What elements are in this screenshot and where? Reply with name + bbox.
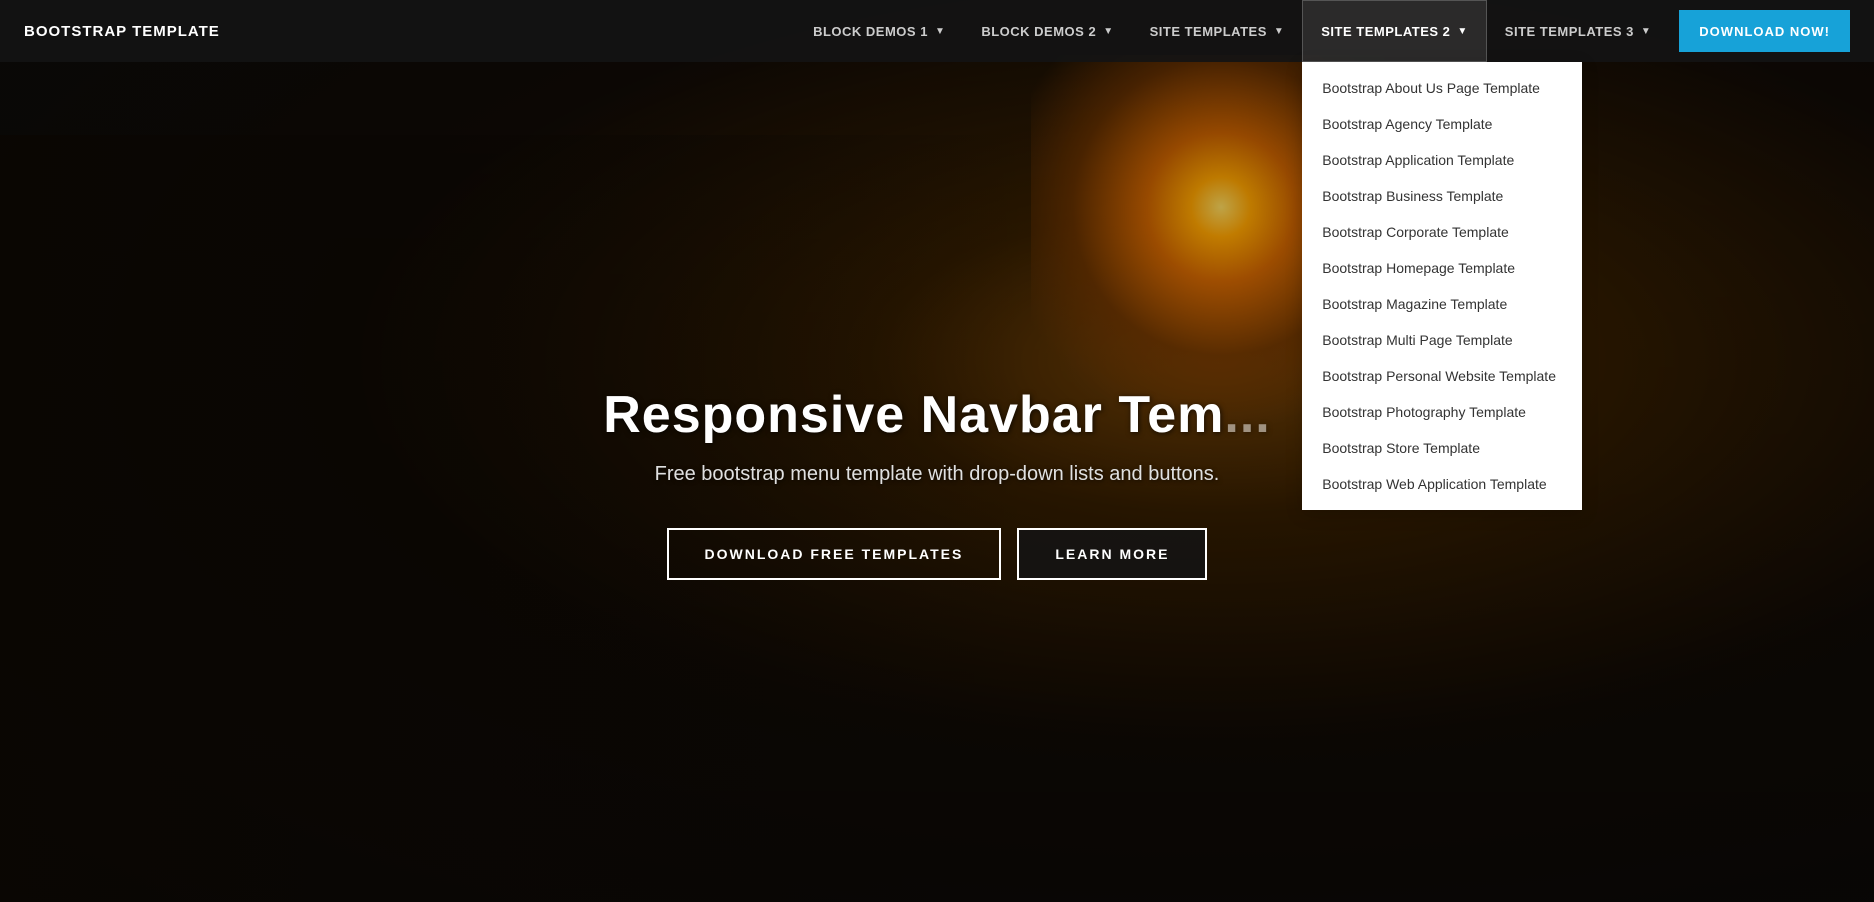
dropdown-item-magazine[interactable]: Bootstrap Magazine Template [1302,286,1582,322]
dropdown-item-business[interactable]: Bootstrap Business Template [1302,178,1582,214]
dropdown-item-application[interactable]: Bootstrap Application Template [1302,142,1582,178]
nav-item-block-demos-2: BLOCK DEMOS 2 ▼ [963,0,1131,62]
chevron-down-icon: ▼ [1457,26,1467,37]
chevron-down-icon: ▼ [935,26,945,37]
hero-title: Responsive Navbar Tem... [603,385,1271,445]
dropdown-item-multi-page[interactable]: Bootstrap Multi Page Template [1302,322,1582,358]
dropdown-item-web-application[interactable]: Bootstrap Web Application Template [1302,466,1582,502]
nav-link-block-demos-1[interactable]: BLOCK DEMOS 1 ▼ [795,0,963,62]
nav-menu: BLOCK DEMOS 1 ▼ BLOCK DEMOS 2 ▼ SITE TEM… [795,0,1850,62]
hero-content: Responsive Navbar Tem... Free bootstrap … [603,385,1271,580]
navbar: BOOTSTRAP TEMPLATE BLOCK DEMOS 1 ▼ BLOCK… [0,0,1874,62]
site-templates-2-dropdown: Bootstrap About Us Page Template Bootstr… [1302,62,1582,510]
brand-logo: BOOTSTRAP TEMPLATE [24,23,220,40]
dropdown-item-personal-website[interactable]: Bootstrap Personal Website Template [1302,358,1582,394]
download-free-templates-button[interactable]: DOWNLOAD FREE TEMPLATES [667,528,1002,580]
nav-link-site-templates[interactable]: SITE TEMPLATES ▼ [1132,0,1303,62]
chevron-down-icon: ▼ [1103,26,1113,37]
nav-item-site-templates-2: SITE TEMPLATES 2 ▼ Bootstrap About Us Pa… [1302,0,1487,62]
dropdown-item-agency[interactable]: Bootstrap Agency Template [1302,106,1582,142]
nav-item-block-demos-1: BLOCK DEMOS 1 ▼ [795,0,963,62]
download-now-button[interactable]: DOWNLOAD NOW! [1679,10,1850,52]
learn-more-button[interactable]: LEARN MORE [1017,528,1207,580]
dropdown-item-homepage[interactable]: Bootstrap Homepage Template [1302,250,1582,286]
chevron-down-icon: ▼ [1274,26,1284,37]
hero-section: Responsive Navbar Tem... Free bootstrap … [0,0,1874,902]
dropdown-item-store[interactable]: Bootstrap Store Template [1302,430,1582,466]
dropdown-item-about-us[interactable]: Bootstrap About Us Page Template [1302,70,1582,106]
nav-link-site-templates-2[interactable]: SITE TEMPLATES 2 ▼ [1302,0,1487,62]
nav-item-site-templates: SITE TEMPLATES ▼ [1132,0,1303,62]
nav-link-block-demos-2[interactable]: BLOCK DEMOS 2 ▼ [963,0,1131,62]
dropdown-item-corporate[interactable]: Bootstrap Corporate Template [1302,214,1582,250]
nav-link-site-templates-3[interactable]: SITE TEMPLATES 3 ▼ [1487,0,1670,62]
hero-subtitle: Free bootstrap menu template with drop-d… [603,463,1271,486]
hero-buttons: DOWNLOAD FREE TEMPLATES LEARN MORE [603,528,1271,580]
dropdown-item-photography[interactable]: Bootstrap Photography Template [1302,394,1582,430]
nav-item-site-templates-3: SITE TEMPLATES 3 ▼ [1487,0,1670,62]
chevron-down-icon: ▼ [1641,26,1651,37]
